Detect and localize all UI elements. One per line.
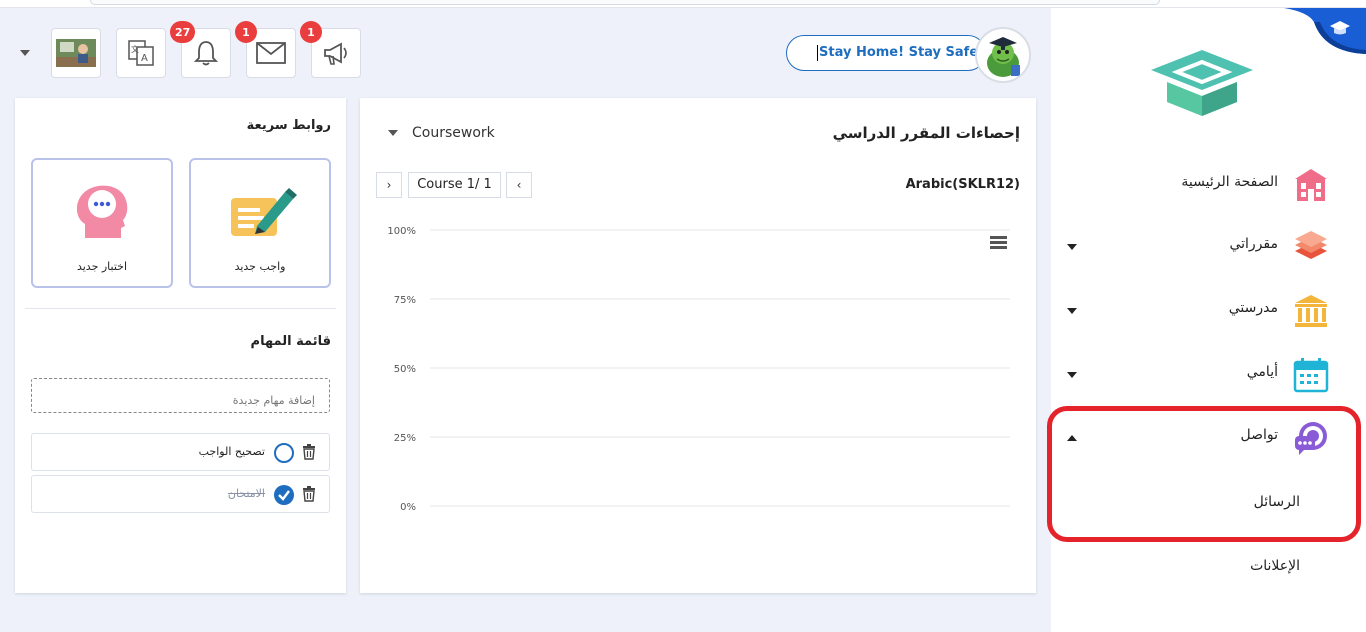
calendar-icon bbox=[1293, 358, 1329, 393]
stay-home-banner: Stay Home! Stay Safe! bbox=[786, 35, 986, 71]
corner-logo-badge bbox=[1284, 8, 1366, 54]
svg-text:文: 文 bbox=[131, 44, 139, 54]
sidebar-item-label: مدرستي bbox=[1228, 300, 1278, 316]
sidebar-item-my-courses[interactable]: مقرراتي bbox=[1051, 223, 1366, 271]
profile-dropdown-caret[interactable] bbox=[20, 50, 30, 56]
chevron-down-icon[interactable] bbox=[1067, 244, 1077, 250]
card-divider bbox=[25, 308, 336, 309]
address-bar-edge bbox=[90, 0, 1160, 5]
sidebar-item-home[interactable]: الصفحة الرئيسية bbox=[1051, 161, 1366, 209]
trash-icon[interactable] bbox=[302, 486, 316, 502]
task-row: تصحيح الواجب bbox=[31, 433, 330, 471]
messages-badge: 1 bbox=[235, 21, 257, 43]
notifications-button[interactable]: 27 bbox=[170, 21, 231, 78]
new-quiz-link[interactable]: اختبار جديد bbox=[31, 158, 173, 288]
pager-label: Course 1/ 1 bbox=[408, 172, 501, 198]
chevron-down-icon[interactable] bbox=[1067, 308, 1077, 314]
school-building-icon bbox=[1295, 169, 1327, 201]
quick-links-card: روابط سريعة واجب جديد اختبار جديد قائمة … bbox=[15, 98, 346, 593]
course-stats-title: إحصاءات المقرر الدراسي bbox=[832, 124, 1020, 142]
task-checkbox-checked[interactable] bbox=[274, 485, 294, 505]
checkmark-icon bbox=[278, 490, 290, 501]
school-logo bbox=[1151, 50, 1253, 116]
y-tick-label: 100% bbox=[387, 226, 416, 237]
highlight-annotation bbox=[1047, 406, 1361, 542]
thinking-head-icon bbox=[76, 185, 128, 238]
translate-icon: A文 bbox=[128, 40, 154, 66]
course-stats-card: إحصاءات المقرر الدراسي Coursework Arabic… bbox=[360, 98, 1036, 593]
envelope-icon bbox=[256, 42, 286, 64]
megaphone-icon bbox=[324, 42, 347, 65]
assignment-pen-icon bbox=[231, 188, 297, 236]
profile-photo-button[interactable] bbox=[51, 28, 101, 78]
pager-prev-button[interactable]: ‹ bbox=[506, 172, 532, 198]
sidebar-item-label: الصفحة الرئيسية bbox=[1181, 174, 1278, 190]
course-stats-chart: 100% 75% 50% 25% 0% bbox=[387, 226, 1010, 513]
notifications-badge: 27 bbox=[170, 21, 196, 43]
chevron-down-icon[interactable] bbox=[1067, 372, 1077, 378]
sidebar-item-my-school[interactable]: مدرستي bbox=[1051, 287, 1366, 335]
institution-icon bbox=[1295, 295, 1327, 327]
text-cursor bbox=[817, 45, 818, 61]
svg-text:A: A bbox=[141, 53, 148, 64]
task-checkbox[interactable] bbox=[274, 443, 294, 463]
y-tick-label: 0% bbox=[400, 502, 416, 513]
messages-button[interactable]: 1 bbox=[235, 21, 296, 78]
turtle-mascot-icon bbox=[987, 37, 1020, 77]
sidebar: الصفحة الرئيسية مقرراتي مدرستي أيامي توا… bbox=[1047, 8, 1366, 632]
pager-next-button[interactable]: › bbox=[376, 172, 402, 198]
dropdown-caret bbox=[388, 130, 398, 136]
new-quiz-label: اختبار جديد bbox=[76, 260, 128, 273]
trash-icon[interactable] bbox=[302, 444, 316, 460]
translate-button[interactable]: A文 bbox=[116, 28, 166, 78]
course-name: Arabic(SKLR12) bbox=[905, 177, 1020, 192]
new-assignment-label: واجب جديد bbox=[234, 260, 286, 273]
tasks-title: قائمة المهام bbox=[250, 334, 331, 349]
y-tick-label: 50% bbox=[394, 364, 416, 375]
y-tick-label: 25% bbox=[394, 433, 416, 444]
task-label: تصحيح الواجب bbox=[198, 445, 265, 458]
task-row: الامتحان bbox=[31, 475, 330, 513]
sidebar-subitem-announcements[interactable]: الإعلانات bbox=[1250, 558, 1300, 574]
sidebar-item-label: أيامي bbox=[1246, 364, 1278, 380]
coursework-dropdown[interactable]: Coursework bbox=[388, 125, 495, 141]
announcements-button[interactable]: 1 bbox=[300, 21, 361, 78]
y-tick-label: 75% bbox=[394, 295, 416, 306]
browser-top-strip bbox=[0, 0, 1366, 8]
user-avatar[interactable] bbox=[975, 27, 1031, 83]
coursework-dropdown-value: Coursework bbox=[412, 125, 495, 141]
task-label: الامتحان bbox=[227, 487, 265, 500]
new-task-input[interactable] bbox=[31, 378, 330, 413]
bell-icon bbox=[193, 41, 219, 66]
sidebar-item-label: مقرراتي bbox=[1229, 236, 1278, 252]
new-assignment-link[interactable]: واجب جديد bbox=[189, 158, 331, 288]
profile-photo-icon bbox=[56, 39, 96, 67]
announcements-badge: 1 bbox=[300, 21, 322, 43]
quick-links-title: روابط سريعة bbox=[246, 118, 331, 133]
stay-home-text: Stay Home! Stay Safe! bbox=[819, 45, 985, 60]
layers-icon bbox=[1295, 231, 1327, 259]
sidebar-item-my-days[interactable]: أيامي bbox=[1051, 351, 1366, 399]
